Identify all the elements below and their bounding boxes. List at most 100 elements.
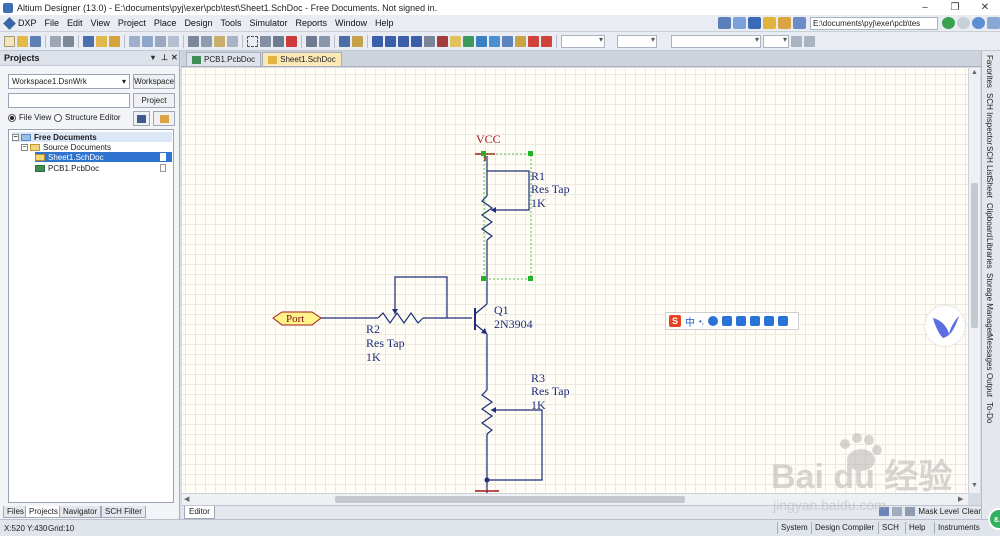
no-erc-icon[interactable] — [528, 35, 539, 47]
print-icon[interactable] — [50, 35, 61, 47]
tree-node-free-documents[interactable]: − Free Documents — [12, 132, 172, 142]
utility-tools-icon[interactable] — [763, 17, 776, 29]
floating-app-logo[interactable] — [925, 306, 965, 346]
scroll-up-icon[interactable]: ▲ — [971, 69, 978, 76]
zoom-area-icon[interactable] — [142, 35, 153, 47]
place-part-icon[interactable] — [450, 35, 461, 47]
microphone-icon[interactable] — [722, 316, 733, 326]
side-tab-clipboard[interactable]: Clipboard — [985, 203, 994, 237]
copy-icon[interactable] — [201, 35, 212, 47]
save-icon[interactable] — [30, 35, 41, 47]
filter-scope-combo[interactable] — [763, 34, 789, 48]
status-sch-button[interactable]: SCH — [878, 522, 902, 534]
select-area-icon[interactable] — [247, 35, 258, 47]
sogou-logo-icon[interactable]: S — [669, 315, 681, 327]
workspace-button[interactable]: Workspace — [133, 74, 175, 89]
menu-help[interactable]: Help — [371, 18, 398, 28]
place-bus-icon[interactable] — [385, 35, 396, 47]
emoji-icon[interactable] — [708, 316, 719, 326]
place-net-label-icon[interactable] — [411, 35, 422, 47]
align-left-icon[interactable] — [791, 35, 802, 47]
panel-menu-icon[interactable]: ▾ — [151, 53, 155, 62]
tab-editor[interactable]: Editor — [184, 506, 215, 519]
side-tab-to-do[interactable]: To-Do — [985, 402, 994, 423]
new-document-icon[interactable] — [4, 35, 15, 47]
place-port-icon[interactable] — [515, 35, 526, 47]
hierarchy-icon[interactable] — [339, 35, 350, 47]
side-tab-sheet[interactable]: Sheet — [985, 177, 994, 198]
menu-project[interactable]: Project — [114, 18, 150, 28]
place-harness-icon[interactable] — [502, 35, 513, 47]
status-design-compiler-button[interactable]: Design Compiler — [811, 522, 877, 534]
doc-tab-pcb1[interactable]: PCB1.PcbDoc — [186, 52, 262, 66]
print-preview-icon[interactable] — [63, 35, 74, 47]
paste-icon[interactable] — [214, 35, 225, 47]
project-button[interactable]: Project — [133, 93, 175, 108]
menu-design[interactable]: Design — [180, 18, 216, 28]
close-button[interactable]: ✕ — [970, 0, 1000, 15]
device-sheet-icon[interactable] — [83, 35, 94, 47]
open-folder-icon[interactable] — [17, 35, 28, 47]
minimize-button[interactable]: – — [910, 0, 940, 15]
scroll-down-icon[interactable]: ▼ — [971, 482, 978, 489]
panel-settings-button[interactable] — [153, 111, 175, 126]
power-port-icon[interactable] — [748, 17, 761, 29]
vertical-scrollbar[interactable]: ▲ ▼ — [968, 68, 980, 493]
place-bus-entry-icon[interactable] — [398, 35, 409, 47]
keyboard-icon[interactable] — [736, 316, 747, 326]
zoom-dropdown-icon[interactable] — [168, 35, 179, 47]
ime-toolbar[interactable]: S 中 •, — [665, 312, 799, 330]
place-sheet-symbol-icon[interactable] — [463, 35, 474, 47]
open-project-icon[interactable] — [96, 35, 107, 47]
horizontal-scroll-thumb[interactable] — [335, 496, 685, 503]
doc-tab-sheet1[interactable]: Sheet1.SchDoc — [262, 52, 342, 66]
cut-icon[interactable] — [188, 35, 199, 47]
pin-icon[interactable]: ⊥ — [161, 53, 168, 62]
toolbox-icon[interactable] — [778, 316, 789, 326]
tab-sch-filter[interactable]: SCH Filter — [101, 506, 146, 518]
browse-component-icon[interactable] — [352, 35, 363, 47]
place-port-icon[interactable] — [733, 17, 746, 29]
place-vcc-icon[interactable] — [437, 35, 448, 47]
side-tab-output[interactable]: Output — [985, 373, 994, 397]
menu-edit[interactable]: Edit — [63, 18, 87, 28]
layer-combo[interactable] — [617, 34, 657, 48]
status-system-button[interactable]: System — [777, 522, 811, 534]
menu-reports[interactable]: Reports — [291, 18, 331, 28]
variant-combo[interactable] — [561, 34, 605, 48]
port-symbol[interactable]: Port — [272, 311, 378, 326]
side-tab-libraries[interactable]: Libraries — [985, 238, 994, 269]
side-tab-sch-list[interactable]: SCH List — [985, 146, 994, 178]
resistor-r2[interactable]: R2 Res Tap 1K — [366, 276, 472, 364]
vertical-scroll-thumb[interactable] — [971, 183, 978, 328]
side-tab-messages[interactable]: Messages — [985, 334, 994, 370]
wiring-tools-icon[interactable] — [718, 17, 731, 29]
deselect-icon[interactable] — [273, 35, 284, 47]
tab-projects[interactable]: Projects — [25, 506, 62, 518]
filter-combo[interactable] — [671, 34, 761, 48]
scroll-left-icon[interactable]: ◀ — [184, 495, 189, 503]
vcc-power-port[interactable]: VCC — [475, 132, 501, 161]
tab-navigator[interactable]: Navigator — [59, 506, 102, 518]
home-icon[interactable] — [972, 17, 985, 29]
open-library-icon[interactable] — [109, 35, 120, 47]
project-select[interactable] — [8, 93, 130, 108]
menu-file[interactable]: File — [41, 18, 64, 28]
grid-tools-icon[interactable] — [793, 17, 806, 29]
side-tab-favorites[interactable]: Favorites — [985, 55, 994, 88]
place-device-sheet-icon[interactable] — [489, 35, 500, 47]
back-icon[interactable] — [942, 17, 955, 29]
place-sheet-entry-icon[interactable] — [476, 35, 487, 47]
align-tools-icon[interactable] — [778, 17, 791, 29]
redo-icon[interactable] — [319, 35, 330, 47]
maximize-button[interactable]: ❐ — [940, 0, 970, 15]
menu-window[interactable]: Window — [331, 18, 371, 28]
zoom-selected-icon[interactable] — [155, 35, 166, 47]
structure-editor-radio[interactable]: Structure Editor — [54, 113, 121, 122]
menu-simulator[interactable]: Simulator — [245, 18, 291, 28]
side-tab-storage-manager[interactable]: Storage Manager — [985, 273, 994, 335]
transistor-q1[interactable]: Q1 2N3904 — [474, 298, 533, 335]
skin-icon[interactable] — [764, 316, 775, 326]
tree-node-pcb1[interactable]: PCB1.PcbDoc — [35, 163, 172, 173]
panel-close-icon[interactable]: ✕ — [171, 53, 178, 62]
